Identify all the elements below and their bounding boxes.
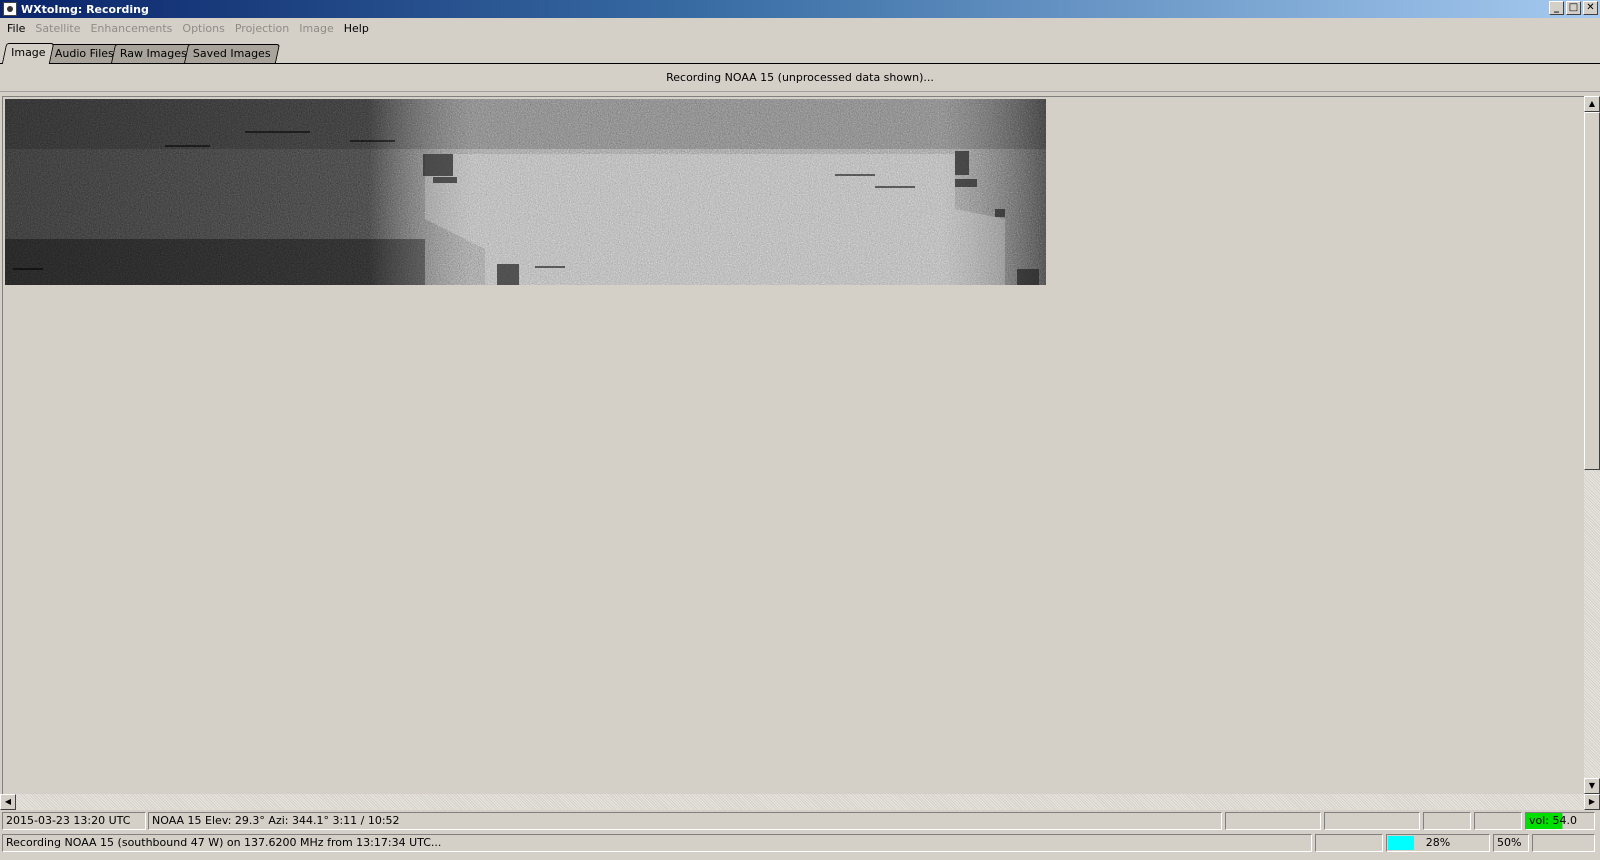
horizontal-scrollbar[interactable]: ◀ ▶ [0, 794, 1600, 810]
scroll-down-button[interactable]: ▼ [1584, 778, 1600, 794]
vertical-scrollbar[interactable]: ▲ ▼ [1584, 96, 1600, 794]
title-bar[interactable]: WXtoImg: Recording _ □ ✕ [0, 0, 1600, 18]
scroll-up-button[interactable]: ▲ [1584, 96, 1600, 112]
status-panel-empty-2 [1324, 812, 1420, 830]
noaa-apt-image [5, 99, 1046, 285]
tab-audio-files-label: Audio Files [54, 47, 114, 60]
menu-projection[interactable]: Projection [230, 22, 294, 35]
status-row-2: Recording NOAA 15 (southbound 47 W) on 1… [0, 832, 1600, 852]
menu-file[interactable]: File [2, 22, 30, 35]
maximize-button[interactable]: □ [1566, 1, 1581, 15]
tab-saved-images-label: Saved Images [192, 47, 271, 60]
zoom-panel: 50% [1493, 834, 1529, 852]
progress-label: 28% [1425, 836, 1451, 849]
tab-image[interactable]: Image [1, 43, 55, 64]
status-row-1: 2015-03-23 13:20 UTC NOAA 15 Elev: 29.3°… [0, 810, 1600, 830]
status-panel-empty-1 [1225, 812, 1321, 830]
satellite-image [5, 99, 1046, 285]
close-button[interactable]: ✕ [1583, 1, 1598, 15]
satellite-info-panel: NOAA 15 Elev: 29.3° Azi: 344.1° 3:11 / 1… [148, 812, 1222, 830]
recording-status-text: Recording NOAA 15 (unprocessed data show… [666, 71, 934, 84]
datetime-panel: 2015-03-23 13:20 UTC [2, 812, 146, 830]
status-panel-empty-5 [1315, 834, 1383, 852]
progress-panel: 28% [1386, 834, 1490, 852]
image-viewport[interactable] [2, 96, 1584, 794]
menu-enhancements[interactable]: Enhancements [85, 22, 177, 35]
vertical-scroll-thumb[interactable] [1584, 112, 1600, 470]
scroll-right-button[interactable]: ▶ [1584, 794, 1600, 810]
status-panel-empty-6 [1532, 834, 1595, 852]
scroll-left-button[interactable]: ◀ [0, 794, 16, 810]
recording-status-header: Recording NOAA 15 (unprocessed data show… [0, 64, 1600, 92]
tab-bar: Image Audio Files Raw Images Saved Image… [0, 42, 1600, 64]
window-title: WXtoImg: Recording [21, 2, 149, 16]
menu-help[interactable]: Help [339, 22, 374, 35]
tab-raw-images-label: Raw Images [119, 47, 187, 60]
menu-satellite[interactable]: Satellite [30, 22, 85, 35]
tab-image-label: Image [11, 46, 46, 59]
menu-options[interactable]: Options [177, 22, 229, 35]
minimize-button[interactable]: _ [1549, 1, 1564, 15]
menu-image[interactable]: Image [294, 22, 338, 35]
status-panel-empty-4 [1474, 812, 1522, 830]
app-window: WXtoImg: Recording _ □ ✕ File Satellite … [0, 0, 1600, 860]
status-panel-empty-3 [1423, 812, 1471, 830]
menu-bar: File Satellite Enhancements Options Proj… [0, 18, 1600, 38]
tab-raw-images[interactable]: Raw Images [110, 44, 196, 63]
recording-message-panel: Recording NOAA 15 (southbound 47 W) on 1… [2, 834, 1312, 852]
volume-meter: vol: 54.0 [1525, 812, 1595, 830]
app-icon[interactable] [3, 2, 17, 16]
tab-saved-images[interactable]: Saved Images [183, 44, 280, 63]
